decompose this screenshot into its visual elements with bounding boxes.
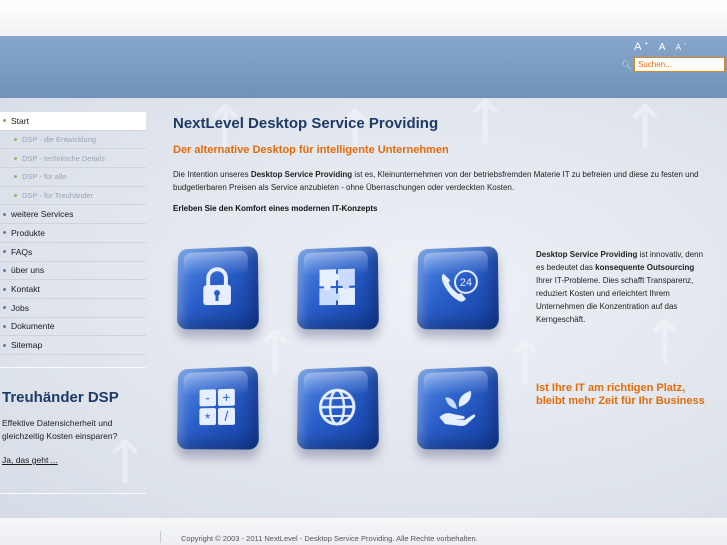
top-bar [0,0,727,36]
sidebar-item-label: DSP - für alle [22,172,67,182]
sidebar-divider [0,493,146,494]
puzzle-tile [296,246,379,330]
svg-text:-: - [205,390,210,405]
sidebar-item-label: FAQs [11,246,33,257]
sidebar-nav: Start DSP - die Entwicklung DSP - techni… [0,112,146,355]
sidebar-item-dsp-entwicklung[interactable]: DSP - die Entwicklung [0,131,146,150]
calculator-tile: - + * / [176,366,259,450]
sidebar-item-start[interactable]: Start [0,112,146,131]
growth-tile [416,366,499,450]
globe-icon [315,385,359,430]
promo-title: Treuhänder DSP [2,389,119,406]
bullet-icon [3,343,6,347]
globe-tile [296,366,379,450]
font-size-increase-button[interactable]: A [634,41,644,53]
bullet-icon [3,119,6,123]
promo-link[interactable]: Ja, das geht ... [2,455,58,465]
background-arrow-icon: ↑ [460,88,511,158]
lock-icon [195,265,239,306]
intro-paragraph: Die Intention unseres Desktop Service Pr… [173,170,699,192]
lock-tile [176,246,259,330]
promo-text: Effektive Datensicherheit und gleichzeit… [2,418,118,441]
sidebar-item-jobs[interactable]: Jobs [0,299,146,318]
copyright-text: Copyright © 2003 - 2011 NextLevel - Desk… [181,534,478,543]
sidebar-item-ueber-uns[interactable]: über uns [0,262,146,281]
bullet-icon [3,324,6,328]
sidebar-item-label: über uns [11,265,45,276]
phone-24-icon: 24 [441,265,479,302]
sidebar-item-weitere-services[interactable]: weitere Services [0,205,146,225]
sidebar-item-label: Jobs [11,302,29,313]
sidebar-item-faqs[interactable]: FAQs [0,243,146,262]
search-input[interactable] [634,57,725,72]
service-question: Ist Ihre IT am richtigen Platz, bleibt m… [536,382,705,407]
sidebar-item-dsp-technische-details[interactable]: DSP - technische Details [0,149,146,169]
svg-text:*: * [205,411,211,426]
bullet-icon [3,306,6,310]
svg-text:/: / [224,408,228,424]
page-title: NextLevel Desktop Service Providing [173,115,439,132]
calculator-icon: - + * / [199,388,236,426]
sidebar-divider [0,367,146,368]
cta-heading: Erleben Sie den Komfort eines modernen I… [173,204,378,213]
search-icon[interactable]: 🔍︎ [621,60,632,70]
bullet-icon [14,175,17,179]
sidebar-item-dsp-fuer-treuhaender[interactable]: DSP - für Treuhänder [0,187,146,206]
font-size-controls: A+ A A- [634,41,689,53]
svg-text:24: 24 [460,276,472,289]
bullet-icon [3,212,6,216]
background-arrow-icon: ↑ [330,98,381,168]
sidebar-item-label: DSP - die Entwicklung [22,135,97,145]
bullet-icon [3,250,6,254]
page-subtitle: Der alternative Desktop für intelligente… [173,144,449,156]
sidebar-item-produkte[interactable]: Produkte [0,224,146,243]
font-size-decrease-button[interactable]: A [676,43,684,52]
font-size-reset-button[interactable]: A [659,42,668,53]
sidebar-item-dsp-fuer-alle[interactable]: DSP - für alle [0,168,146,187]
sidebar-item-label: Produkte [11,227,46,238]
sidebar-item-dokumente[interactable]: Dokumente [0,318,146,337]
header-banner [0,36,727,98]
sidebar-item-label: Sitemap [11,340,43,351]
bullet-icon [3,231,6,235]
bullet-icon [14,138,17,142]
svg-text:+: + [222,389,230,405]
sidebar-item-label: DSP - für Treuhänder [22,191,94,201]
footer-divider [160,531,161,543]
puzzle-icon [319,268,356,306]
sidebar-item-kontakt[interactable]: Kontakt [0,280,146,299]
bullet-icon [3,268,6,272]
support-tile: 24 [416,246,499,330]
sidebar-item-label: Dokumente [11,321,55,332]
background-arrow-icon: ↑ [620,93,671,163]
sidebar-item-sitemap[interactable]: Sitemap [0,336,146,355]
service-description: Desktop Service Providing ist innovativ,… [536,250,704,324]
sidebar-item-label: weitere Services [11,209,74,220]
hand-leaf-icon [439,390,476,427]
sidebar-item-label: DSP - technische Details [22,153,105,163]
sidebar-item-label: Start [11,115,29,126]
bullet-icon [14,194,17,198]
bullet-icon [3,287,6,291]
bullet-icon [14,156,17,160]
search-box: 🔍︎ [621,57,725,72]
sidebar-item-label: Kontakt [11,284,40,295]
